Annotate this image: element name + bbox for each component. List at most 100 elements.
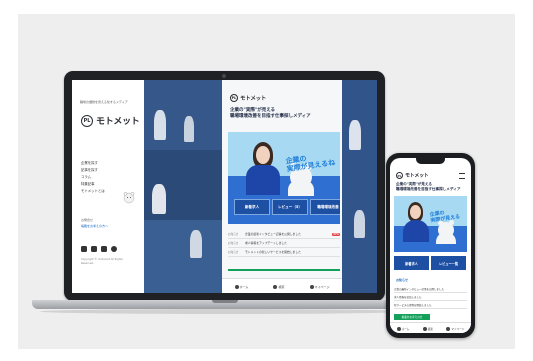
bottom-nav-home[interactable]: ホーム [396,326,410,331]
social-links [81,246,117,252]
home-icon [234,284,239,289]
sidebar-nav: 企業を探す 記事を探す コラム 特集記事 モトメットとは [81,160,105,195]
site-tagline: 職場の課題を見える化するメディア [80,100,128,104]
collage-photo [144,220,222,293]
user-icon [446,326,451,331]
logo-text: モトメット [405,173,429,179]
bottom-nav-mypage[interactable]: マイページ [446,326,465,331]
news-row[interactable]: お知らせ 企業の最新インタビュー記事を公開しました NEW [228,230,340,239]
category-button[interactable]: 職場環境改善 [310,199,340,215]
logo-text: モトメット [96,117,140,127]
news-row[interactable]: お知らせ 求人情報をアップデートしました [228,239,340,248]
bottom-nav-label: マイページ [451,327,465,331]
new-badge: NEW [332,232,340,236]
category-button[interactable]: レビュー（5） [272,199,308,215]
nav-item[interactable]: 特集記事 [81,181,105,188]
logo-text: モトメット [240,96,267,102]
contact-link[interactable]: お問合せ [81,218,93,222]
worker-figure [354,210,365,238]
news-title: 求人情報をアップデートしました [245,241,287,245]
news-title: 求人情報を追加しました [394,295,422,299]
main-content: PL モトメット 企業の"実際"が見える 職場環境改善を目指す仕事探しメディア [222,80,342,293]
bottom-nav: ホーム 検索 マイページ [222,278,342,293]
category-button[interactable]: レビュー一覧 [431,256,466,270]
content-logo[interactable]: PL モトメット [230,94,266,102]
phone-headline: 企業の"実際"が見える 職場環境改善を目指す仕事探しメディア [396,182,460,192]
news-row[interactable]: 新サービスの提供を開始しました [394,301,467,309]
phone-logo[interactable]: PL モトメット [396,172,429,179]
phone-notch [416,158,445,164]
woman-face [256,146,270,164]
nav-item[interactable]: 記事を探す [81,167,105,174]
threads-icon[interactable] [111,246,117,252]
smartphone: PL モトメット 企業の"実際"が見える 職場環境改善を目指す仕事探しメディア … [386,153,475,338]
bear-body [288,180,314,196]
site-logo[interactable]: PL モトメット [81,114,140,127]
news-tag: お知らせ [228,251,239,254]
bottom-nav-label: ホーム [239,284,249,289]
bottom-nav-search[interactable]: 検索 [422,326,433,331]
green-divider [228,269,340,271]
news-title: 新サービスの提供を開始しました [394,303,432,307]
phone-hero-banner[interactable]: 企業の 実際が見える [394,196,467,252]
news-tag: お知らせ [228,242,239,245]
instagram-icon[interactable] [81,246,87,252]
woman-face [410,205,421,219]
x-icon[interactable] [101,246,107,252]
advertise-button[interactable]: 掲載をお考えの方 [394,314,430,320]
worker-figure [154,110,166,140]
search-icon [422,326,427,331]
logo-mark-icon: PL [230,94,238,102]
laptop-notch [212,300,238,303]
stage: 職場の課題を見える化するメディア PL モトメット 企業を探す 記事を探す コラ… [0,0,533,361]
laptop-screen: 職場の課題を見える化するメディア PL モトメット 企業を探す 記事を探す コラ… [72,80,377,293]
advertise-link[interactable]: 掲載をお考えの方へ [81,224,108,228]
sidebar: 職場の課題を見える化するメディア PL モトメット 企業を探す 記事を探す コラ… [72,80,144,293]
worker-figure [184,116,194,142]
section-title: お知らせ [396,278,408,282]
news-row[interactable]: 求人情報を追加しました [394,293,467,301]
footer-copyright: Copyright © motomet All Rights Reserved. [81,258,123,265]
hero-banner[interactable]: 企業の 実際が見えるね 新着求人 レビュー（5） 職場環境改善 [228,132,340,224]
worker-figure [349,120,361,150]
phone-news-list: 企業の最新インタビュー記事を公開しました 求人情報を追加しました 新サービスの提… [394,285,467,309]
bottom-nav-home[interactable]: ホーム [234,284,249,289]
headline: 企業の"実際"が見える 職場環境改善を目指す仕事探しメディア [230,108,311,120]
news-list: お知らせ 企業の最新インタビュー記事を公開しました NEW お知らせ 求人情報を… [228,230,340,257]
phone-bottom-nav: ホーム 検索 マイページ [390,322,471,333]
headline-line: 職場環境改善を目指す仕事探しメディア [396,187,461,191]
category-button[interactable]: 新着求人 [234,199,270,215]
hamburger-menu-icon[interactable] [459,173,465,179]
mascot-icon [123,191,135,204]
home-icon [396,326,401,331]
news-row[interactable]: 企業の最新インタビュー記事を公開しました [394,285,467,293]
nav-item[interactable]: モトメットとは [81,188,105,195]
search-icon [273,284,278,289]
news-title: 企業の最新インタビュー記事を公開しました [245,232,301,236]
woman-body [246,165,280,195]
collage-photo [342,80,377,293]
bottom-nav-label: 検索 [278,284,285,289]
bottom-nav-search[interactable]: 検索 [273,284,285,289]
camera-dot [222,74,226,78]
news-title: 企業の最新インタビュー記事を公開しました [394,287,445,291]
user-icon [309,284,314,289]
category-button[interactable]: 新着求人 [394,256,429,270]
nav-item[interactable]: コラム [81,174,105,181]
logo-mark-icon: PL [81,114,93,127]
youtube-icon[interactable] [91,246,97,252]
laptop-shadow [40,309,408,314]
news-tag: お知らせ [228,233,239,236]
worker-figure [152,184,166,214]
laptop-base [32,300,417,309]
phone-screen: PL モトメット 企業の"実際"が見える 職場環境改善を目指す仕事探しメディア … [390,158,471,333]
bottom-nav-label: ホーム [401,327,410,331]
news-row[interactable]: お知らせ モトメットの新しいサービスを開始しました [228,248,340,257]
bottom-nav-mypage[interactable]: マイページ [309,284,329,289]
logo-mark-icon: PL [396,172,403,179]
news-title: モトメットの新しいサービスを開始しました [245,250,301,254]
phone-category-buttons: 新着求人 レビュー一覧 [394,256,466,270]
woman-body [403,220,429,242]
nav-item[interactable]: 企業を探す [81,160,105,167]
category-buttons: 新着求人 レビュー（5） 職場環境改善 [234,199,340,215]
